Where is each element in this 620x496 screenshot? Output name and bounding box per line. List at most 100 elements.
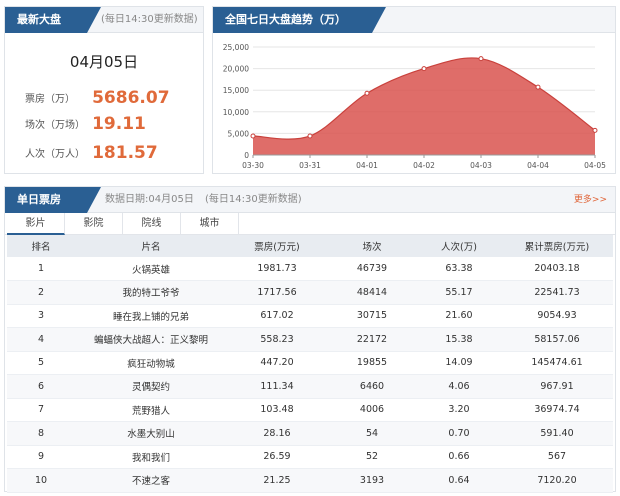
cell-box-office: 1717.56 <box>227 280 327 305</box>
stat-label: 票房（万） <box>25 94 75 105</box>
y-tick-label: 5,000 <box>228 129 250 138</box>
table-row[interactable]: 10 不速之客 21.25 3193 0.64 7120.20 <box>7 468 613 493</box>
more-link[interactable]: 更多>> <box>574 187 607 213</box>
cell-cumulative: 967.91 <box>501 374 613 399</box>
data-point <box>364 90 370 96</box>
col-header-rank: 排名 <box>7 235 75 257</box>
table-row[interactable]: 6 灵偶契约 111.34 6460 4.06 967.91 <box>7 374 613 399</box>
cell-box-office: 558.23 <box>227 327 327 352</box>
trend-chart: 0 5,000 10,000 15,000 20,000 25,000 03-30 03-31… <box>223 43 606 170</box>
x-tick-label: 04-04 <box>527 161 549 170</box>
cell-rank: 8 <box>7 421 75 446</box>
col-header-admissions: 人次(万) <box>417 235 501 257</box>
y-tick-label: 20,000 <box>223 65 249 74</box>
cell-title: 蝙蝠侠大战超人：正义黎明 <box>75 327 227 352</box>
cell-cumulative: 22541.73 <box>501 280 613 305</box>
daily-date-label: 数据日期:04月05日 <box>105 194 194 205</box>
data-point <box>478 56 484 62</box>
daily-panel: 单日票房 数据日期:04月05日 (每日14:30更新数据) 更多>> 影片 影… <box>4 186 616 493</box>
stat-value: 5686.07 <box>92 87 170 108</box>
table-row[interactable]: 5 疯狂动物城 447.20 19855 14.09 145474.61 <box>7 351 613 375</box>
table-row[interactable]: 3 睡在我上铺的兄弟 617.02 30715 21.60 9054.93 <box>7 304 613 328</box>
cell-title: 灵偶契约 <box>75 374 227 399</box>
stat-value: 181.57 <box>92 142 158 163</box>
table-row[interactable]: 2 我的特工爷爷 1717.56 48414 55.17 22541.73 <box>7 280 613 305</box>
cell-cumulative: 20403.18 <box>501 257 613 281</box>
x-tick-label: 04-01 <box>356 161 378 170</box>
cell-rank: 7 <box>7 398 75 422</box>
cell-cumulative: 145474.61 <box>501 351 613 375</box>
cell-rank: 4 <box>7 327 75 352</box>
table-row[interactable]: 8 水墨大别山 28.16 54 0.70 591.40 <box>7 421 613 446</box>
cell-screenings: 3193 <box>327 468 417 493</box>
data-point <box>535 84 541 90</box>
stat-screenings: 场次（万场） 19.11 <box>25 113 146 135</box>
col-header-box-office: 票房(万元) <box>227 235 327 257</box>
cell-title: 荒野猎人 <box>75 398 227 422</box>
summary-title: 最新大盘 <box>5 7 101 33</box>
x-tick-label: 03-31 <box>299 161 321 170</box>
cell-screenings: 4006 <box>327 398 417 422</box>
stat-label: 场次（万场） <box>25 120 85 131</box>
cell-admissions: 3.20 <box>417 398 501 422</box>
summary-date: 04月05日 <box>69 53 139 71</box>
x-tick-label: 04-05 <box>584 161 606 170</box>
cell-admissions: 55.17 <box>417 280 501 305</box>
cell-screenings: 54 <box>327 421 417 446</box>
stat-box-office: 票房（万） 5686.07 <box>25 87 170 109</box>
cell-cumulative: 9054.93 <box>501 304 613 328</box>
summary-header: 最新大盘 (每日14:30更新数据) <box>5 7 203 33</box>
cell-box-office: 26.59 <box>227 445 327 469</box>
cell-admissions: 0.64 <box>417 468 501 493</box>
category-tabs: 影片 影院 院线 城市 <box>5 213 615 235</box>
tab-circuits[interactable]: 院线 <box>123 213 181 235</box>
table-row[interactable]: 4 蝙蝠侠大战超人：正义黎明 558.23 22172 15.38 58157.06 <box>7 327 613 352</box>
daily-title: 单日票房 <box>5 187 101 213</box>
tab-cities[interactable]: 城市 <box>181 213 239 235</box>
table-row[interactable]: 9 我和我们 26.59 52 0.66 567 <box>7 445 613 469</box>
stat-value: 19.11 <box>92 113 146 134</box>
cell-title: 水墨大别山 <box>75 421 227 446</box>
cell-box-office: 111.34 <box>227 374 327 399</box>
cell-box-office: 617.02 <box>227 304 327 328</box>
data-point <box>592 127 598 133</box>
daily-update-note: (每日14:30更新数据) <box>205 194 302 205</box>
data-point <box>250 133 256 139</box>
cell-admissions: 21.60 <box>417 304 501 328</box>
tab-cinemas[interactable]: 影院 <box>65 213 123 235</box>
cell-screenings: 22172 <box>327 327 417 352</box>
cell-title: 疯狂动物城 <box>75 351 227 375</box>
x-tick-label: 04-02 <box>413 161 435 170</box>
y-tick-label: 0 <box>244 151 249 160</box>
table-row[interactable]: 1 火锅英雄 1981.73 46739 63.38 20403.18 <box>7 257 613 281</box>
cell-rank: 3 <box>7 304 75 328</box>
cell-cumulative: 36974.74 <box>501 398 613 422</box>
y-tick-label: 10,000 <box>223 108 249 117</box>
trend-panel: 全国七日大盘趋势（万） 0 5,000 10,000 15,000 20,000 25,0… <box>212 6 616 174</box>
data-point <box>421 66 427 72</box>
cell-admissions: 0.70 <box>417 421 501 446</box>
x-tick-label: 03-30 <box>242 161 264 170</box>
table-row[interactable]: 7 荒野猎人 103.48 4006 3.20 36974.74 <box>7 398 613 422</box>
cell-cumulative: 567 <box>501 445 613 469</box>
cell-box-office: 1981.73 <box>227 257 327 281</box>
cell-rank: 1 <box>7 257 75 281</box>
tab-films[interactable]: 影片 <box>7 213 65 235</box>
cell-screenings: 30715 <box>327 304 417 328</box>
box-office-table: 排名 片名 票房(万元) 场次 人次(万) 累计票房(万元) 1 火锅英雄 1981… <box>7 235 613 493</box>
cell-box-office: 21.25 <box>227 468 327 493</box>
cell-cumulative: 591.40 <box>501 421 613 446</box>
cell-cumulative: 7120.20 <box>501 468 613 493</box>
y-tick-label: 25,000 <box>223 43 249 52</box>
cell-box-office: 447.20 <box>227 351 327 375</box>
cell-rank: 5 <box>7 351 75 375</box>
y-tick-label: 15,000 <box>223 86 249 95</box>
x-tick-label: 04-03 <box>470 161 492 170</box>
cell-admissions: 4.06 <box>417 374 501 399</box>
cell-screenings: 19855 <box>327 351 417 375</box>
cell-admissions: 15.38 <box>417 327 501 352</box>
cell-rank: 2 <box>7 280 75 305</box>
summary-panel: 最新大盘 (每日14:30更新数据) 04月05日 票房（万） 5686.07 … <box>4 6 204 174</box>
cell-screenings: 52 <box>327 445 417 469</box>
area-fill <box>253 57 595 155</box>
